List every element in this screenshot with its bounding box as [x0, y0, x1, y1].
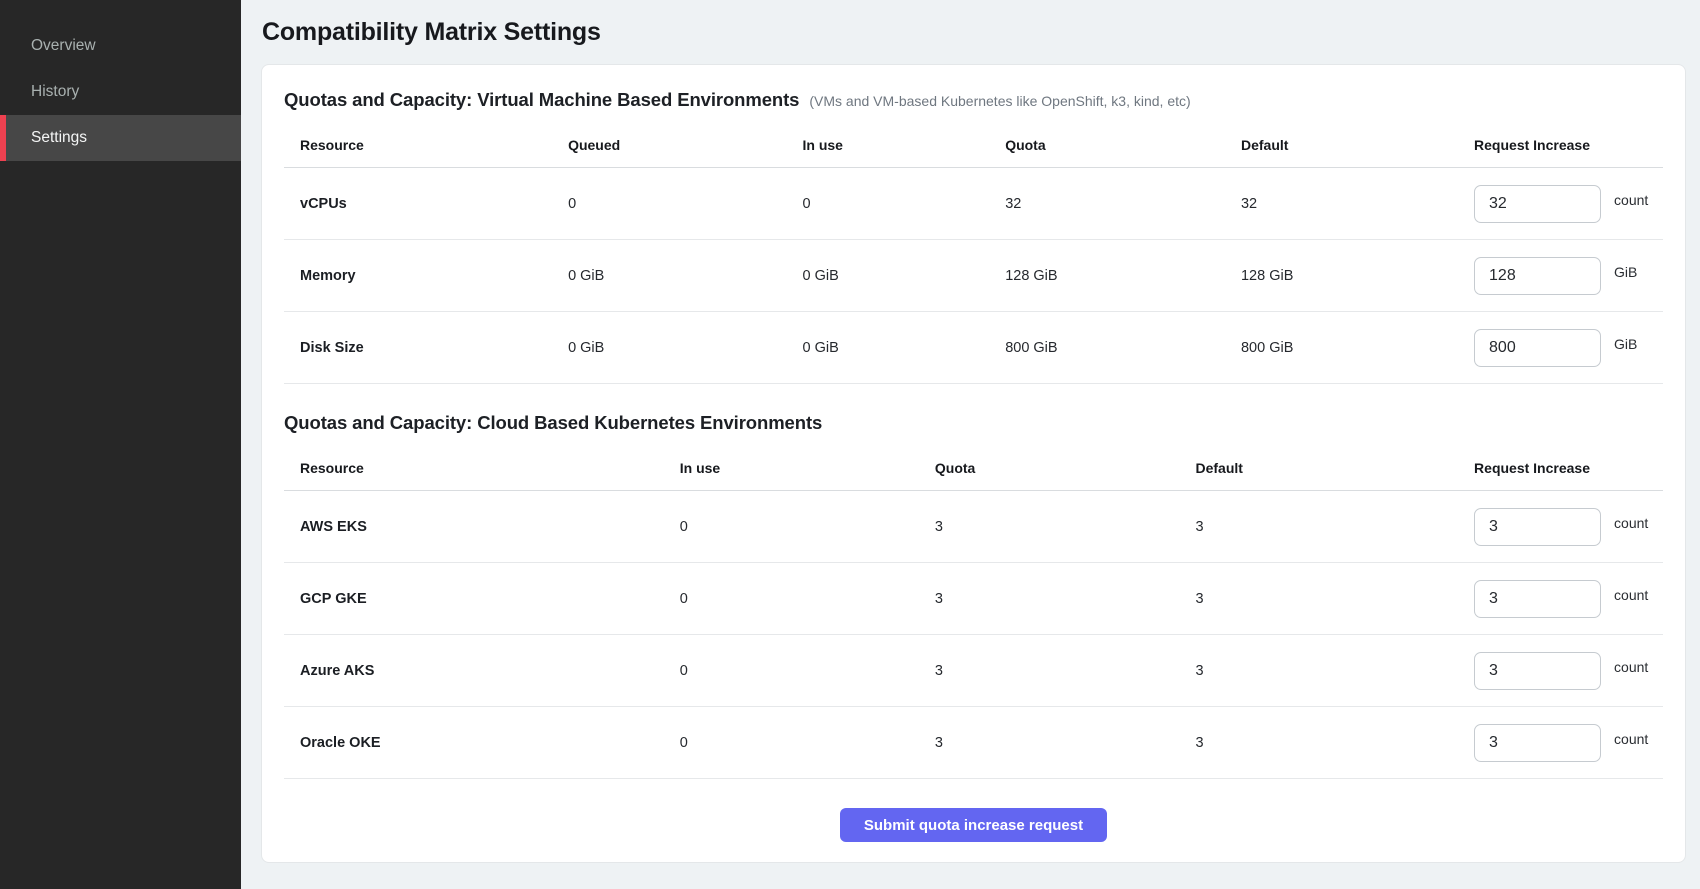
unit-label: GiB: [1614, 336, 1637, 352]
table-row-vcpus: vCPUs 0 0 32 32 count: [284, 168, 1663, 240]
unit-label: count: [1614, 192, 1648, 208]
page-title: Compatibility Matrix Settings: [262, 18, 1686, 47]
cloud-quotas-section: Quotas and Capacity: Cloud Based Kuberne…: [284, 412, 1663, 779]
main-content: Compatibility Matrix Settings Quotas and…: [241, 0, 1700, 889]
column-header-quota: Quota: [935, 447, 1196, 491]
cell-in-use: 0 GiB: [802, 312, 1005, 384]
unit-label: count: [1614, 731, 1648, 747]
cell-default: 32: [1241, 168, 1474, 240]
cell-in-use: 0 GiB: [802, 240, 1005, 312]
column-header-request-increase: Request Increase: [1474, 447, 1663, 491]
column-header-default: Default: [1241, 124, 1474, 168]
cell-in-use: 0: [680, 563, 935, 635]
cell-queued: 0 GiB: [568, 312, 802, 384]
column-header-default: Default: [1196, 447, 1475, 491]
sidebar-item-label: Settings: [31, 129, 87, 147]
sidebar: Overview History Settings: [0, 0, 241, 889]
cell-resource: Memory: [284, 240, 568, 312]
unit-label: count: [1614, 515, 1648, 531]
cloud-section-header: Quotas and Capacity: Cloud Based Kuberne…: [284, 412, 1663, 434]
column-header-in-use: In use: [680, 447, 935, 491]
cell-resource: Disk Size: [284, 312, 568, 384]
table-row-oracle-oke: Oracle OKE 0 3 3 count: [284, 707, 1663, 779]
column-header-in-use: In use: [802, 124, 1005, 168]
column-header-resource: Resource: [284, 124, 568, 168]
settings-card: Quotas and Capacity: Virtual Machine Bas…: [261, 64, 1686, 863]
cell-quota: 3: [935, 491, 1196, 563]
vm-section-title: Quotas and Capacity: Virtual Machine Bas…: [284, 89, 799, 111]
request-increase-input-azure-aks[interactable]: [1474, 652, 1601, 690]
cell-in-use: 0: [680, 707, 935, 779]
cell-request-increase: GiB: [1474, 312, 1663, 384]
cell-queued: 0: [568, 168, 802, 240]
cell-in-use: 0: [802, 168, 1005, 240]
cell-request-increase: count: [1474, 563, 1663, 635]
cell-resource: vCPUs: [284, 168, 568, 240]
cell-request-increase: count: [1474, 168, 1663, 240]
cell-quota: 3: [935, 635, 1196, 707]
sidebar-item-label: History: [31, 83, 79, 101]
table-header-row: Resource Queued In use Quota Default Req…: [284, 124, 1663, 168]
vm-section-subtitle: (VMs and VM-based Kubernetes like OpenSh…: [809, 93, 1190, 109]
table-row-azure-aks: Azure AKS 0 3 3 count: [284, 635, 1663, 707]
table-header-row: Resource In use Quota Default Request In…: [284, 447, 1663, 491]
vm-quota-table: Resource Queued In use Quota Default Req…: [284, 124, 1663, 384]
button-row: Submit quota increase request: [284, 808, 1663, 842]
cloud-quota-table: Resource In use Quota Default Request In…: [284, 447, 1663, 779]
cell-default: 3: [1196, 491, 1475, 563]
unit-label: count: [1614, 659, 1648, 675]
cell-request-increase: count: [1474, 635, 1663, 707]
table-row-memory: Memory 0 GiB 0 GiB 128 GiB 128 GiB GiB: [284, 240, 1663, 312]
cell-quota: 128 GiB: [1005, 240, 1241, 312]
cell-queued: 0 GiB: [568, 240, 802, 312]
request-increase-input-oracle-oke[interactable]: [1474, 724, 1601, 762]
request-increase-input-aws-eks[interactable]: [1474, 508, 1601, 546]
request-increase-input-vcpus[interactable]: [1474, 185, 1601, 223]
app-window: Overview History Settings Compatibility …: [0, 0, 1700, 889]
table-row-disk-size: Disk Size 0 GiB 0 GiB 800 GiB 800 GiB Gi…: [284, 312, 1663, 384]
table-row-aws-eks: AWS EKS 0 3 3 count: [284, 491, 1663, 563]
sidebar-item-history[interactable]: History: [0, 69, 241, 115]
cell-default: 3: [1196, 563, 1475, 635]
cell-in-use: 0: [680, 491, 935, 563]
column-header-request-increase: Request Increase: [1474, 124, 1663, 168]
sidebar-item-overview[interactable]: Overview: [0, 23, 241, 69]
request-increase-input-memory[interactable]: [1474, 257, 1601, 295]
cell-request-increase: count: [1474, 491, 1663, 563]
cell-request-increase: GiB: [1474, 240, 1663, 312]
column-header-queued: Queued: [568, 124, 802, 168]
cell-default: 3: [1196, 635, 1475, 707]
request-increase-input-disk-size[interactable]: [1474, 329, 1601, 367]
cell-resource: AWS EKS: [284, 491, 680, 563]
column-header-resource: Resource: [284, 447, 680, 491]
column-header-quota: Quota: [1005, 124, 1241, 168]
unit-label: GiB: [1614, 264, 1637, 280]
cell-quota: 3: [935, 707, 1196, 779]
cell-resource: GCP GKE: [284, 563, 680, 635]
cell-in-use: 0: [680, 635, 935, 707]
sidebar-item-settings[interactable]: Settings: [0, 115, 241, 161]
cell-default: 128 GiB: [1241, 240, 1474, 312]
cell-resource: Azure AKS: [284, 635, 680, 707]
cell-request-increase: count: [1474, 707, 1663, 779]
cell-default: 800 GiB: [1241, 312, 1474, 384]
cell-quota: 32: [1005, 168, 1241, 240]
vm-quotas-section: Quotas and Capacity: Virtual Machine Bas…: [284, 89, 1663, 384]
cloud-section-title: Quotas and Capacity: Cloud Based Kuberne…: [284, 412, 822, 434]
cell-quota: 3: [935, 563, 1196, 635]
sidebar-item-label: Overview: [31, 37, 96, 55]
table-row-gcp-gke: GCP GKE 0 3 3 count: [284, 563, 1663, 635]
request-increase-input-gcp-gke[interactable]: [1474, 580, 1601, 618]
submit-quota-increase-button[interactable]: Submit quota increase request: [840, 808, 1107, 842]
cell-quota: 800 GiB: [1005, 312, 1241, 384]
cell-resource: Oracle OKE: [284, 707, 680, 779]
unit-label: count: [1614, 587, 1648, 603]
active-indicator: [0, 115, 6, 161]
vm-section-header: Quotas and Capacity: Virtual Machine Bas…: [284, 89, 1663, 111]
cell-default: 3: [1196, 707, 1475, 779]
